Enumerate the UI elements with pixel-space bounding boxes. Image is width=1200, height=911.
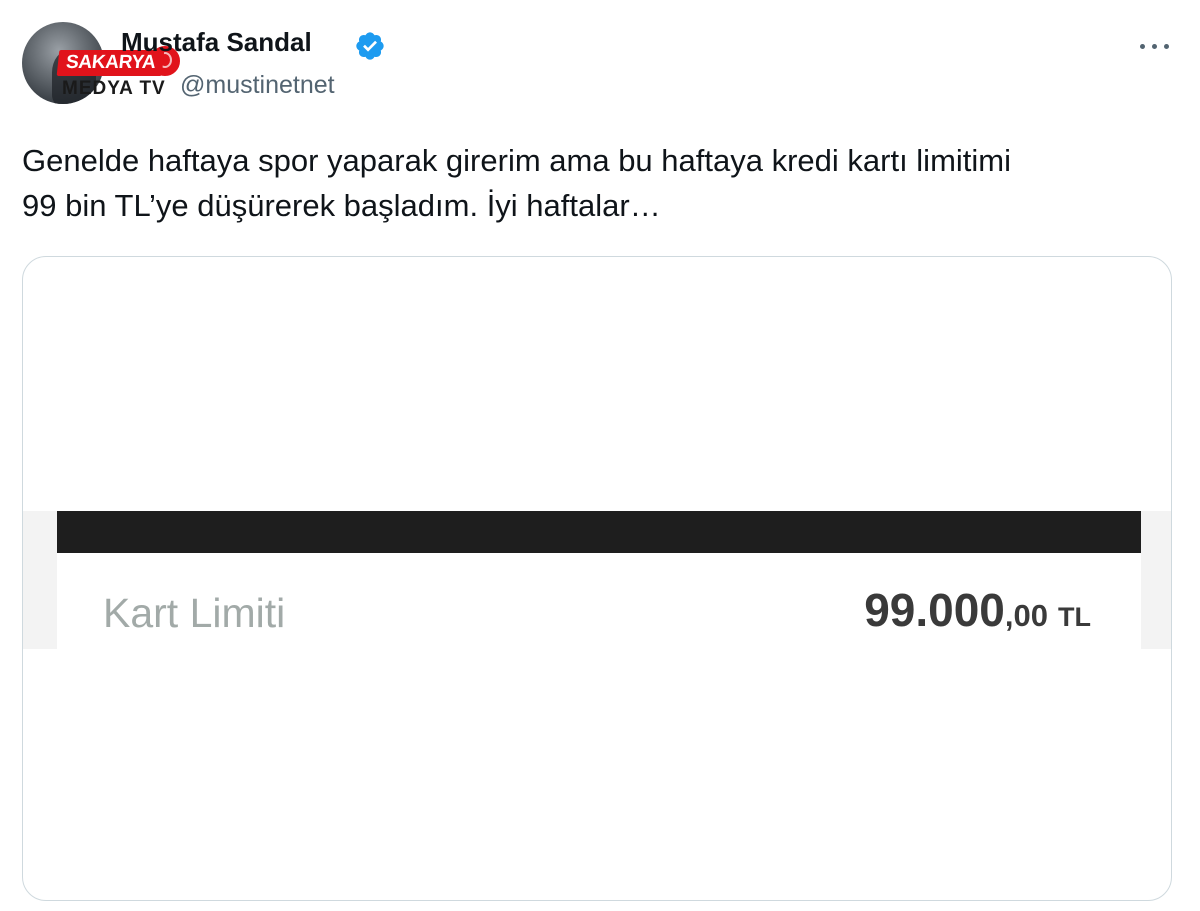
screenshot-header-bar <box>57 511 1141 553</box>
card-limit-decimals: ,00 <box>1004 598 1048 633</box>
more-dot <box>1151 43 1157 49</box>
tweet-text-line: Genelde haftaya spor yaparak girerim ama… <box>22 143 1011 178</box>
card-limit-value: 99.000,00 TL <box>864 583 1091 637</box>
more-horizontal-icon[interactable] <box>1134 34 1174 58</box>
card-limit-currency: TL <box>1058 602 1091 632</box>
author-display-name[interactable]: Mustafa Sandal <box>121 26 312 58</box>
card-limit-label: Kart Limiti <box>103 590 286 636</box>
verified-badge-icon <box>356 32 384 60</box>
author-handle[interactable]: @mustinetnet <box>180 70 335 100</box>
more-dot <box>1139 43 1145 49</box>
more-dot <box>1163 43 1169 49</box>
tweet-text-line: 99 bin TL’ye düşürerek başladım. İyi haf… <box>22 188 661 223</box>
tweet-media[interactable]: Kart Limiti 99.000,00 TL <box>22 256 1172 901</box>
tweet-text: Genelde haftaya spor yaparak girerim ama… <box>22 138 1182 228</box>
card-limit-amount: 99.000 <box>864 584 1005 636</box>
watermark-sub: MEDYA TV <box>62 78 166 99</box>
